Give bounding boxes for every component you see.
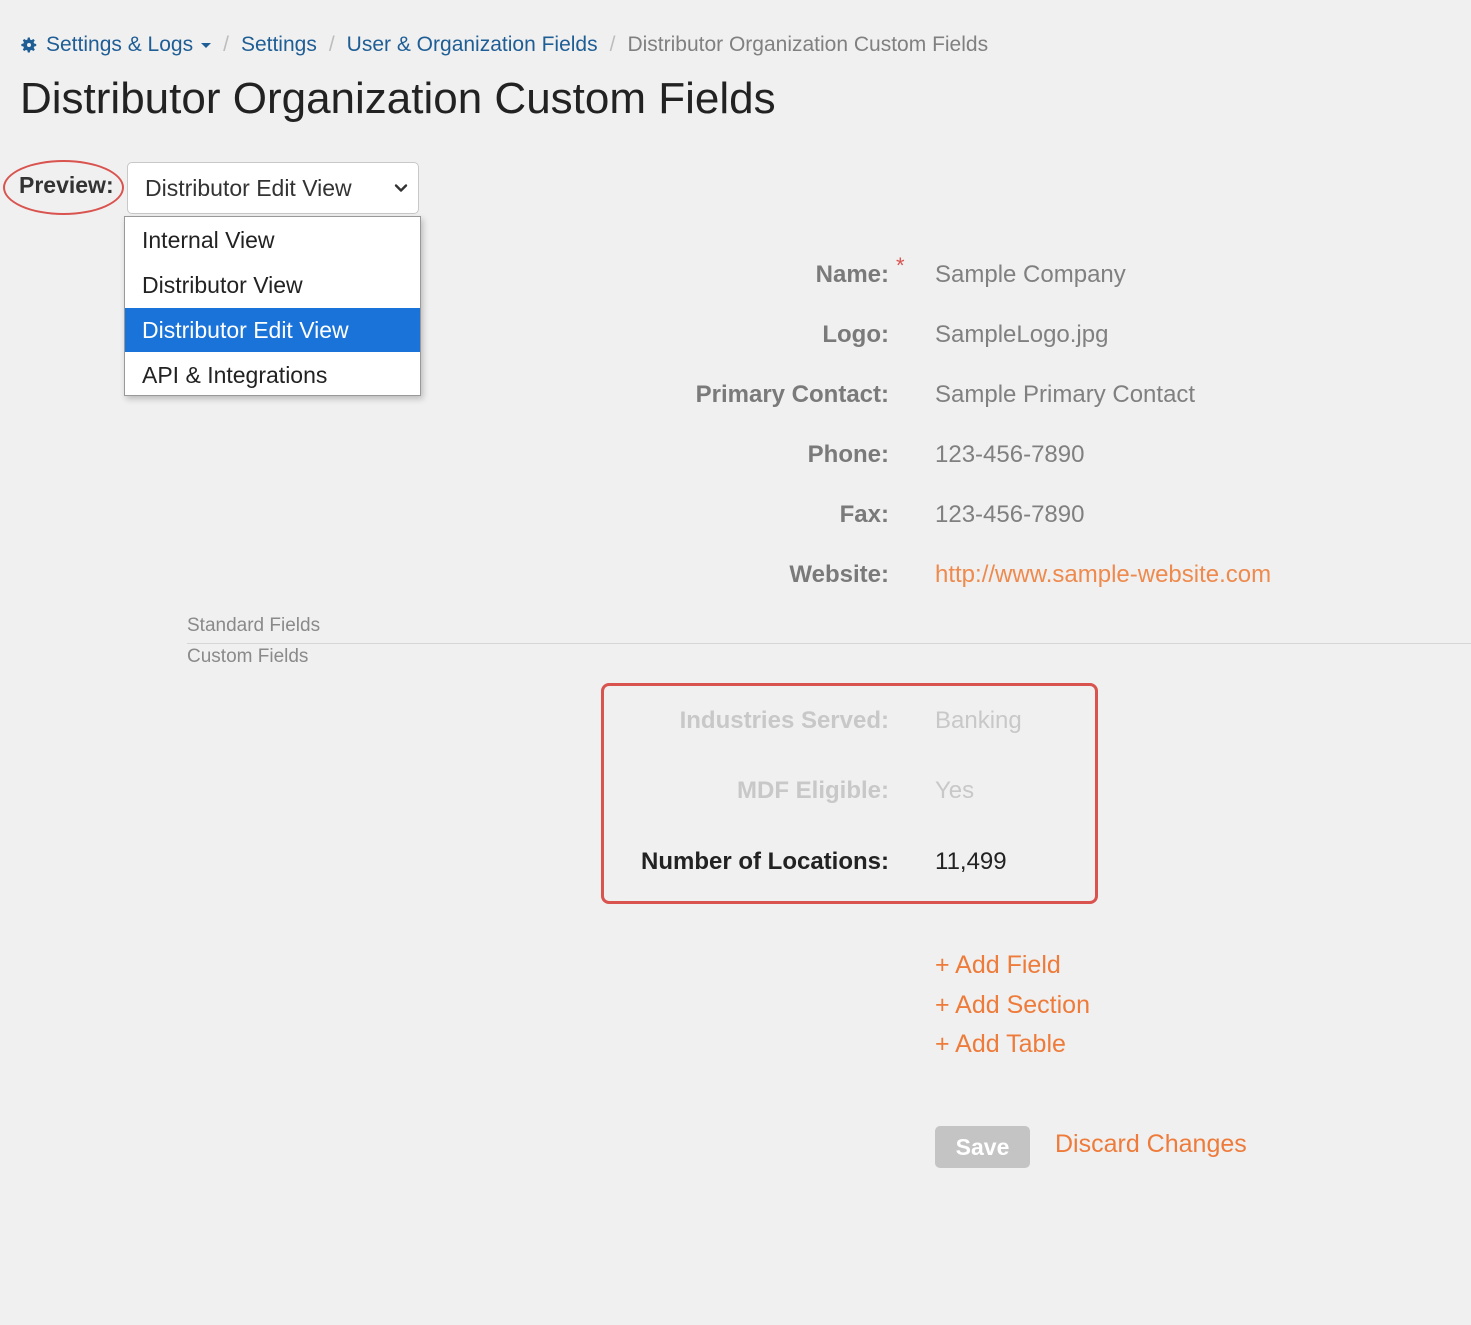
field-row-number-of-locations: Number of Locations: 11,499 xyxy=(560,848,1440,882)
section-divider xyxy=(187,643,1471,644)
field-row-website: Website: http://www.sample-website.com xyxy=(560,561,1440,595)
field-row-fax: Fax: 123-456-7890 xyxy=(560,501,1440,535)
breadcrumb-separator: / xyxy=(328,33,335,56)
breadcrumb: Settings & Logs / Settings / User & Orga… xyxy=(20,30,988,60)
add-section-link[interactable]: + Add Section xyxy=(935,991,1090,1020)
option-distributor-view[interactable]: Distributor View xyxy=(125,263,420,307)
preview-select-value: Distributor Edit View xyxy=(145,174,352,201)
field-value: 123-456-7890 xyxy=(935,501,1085,528)
field-value: SampleLogo.jpg xyxy=(935,321,1109,348)
website-link[interactable]: http://www.sample-website.com xyxy=(935,561,1271,589)
field-value: 11,499 xyxy=(935,848,1007,875)
field-value: 123-456-7890 xyxy=(935,441,1085,468)
field-label: Fax: xyxy=(839,501,889,528)
caret-down-icon[interactable] xyxy=(201,42,212,48)
field-value: Sample Primary Contact xyxy=(935,381,1196,408)
add-table-link[interactable]: + Add Table xyxy=(935,1030,1066,1059)
page-title: Distributor Organization Custom Fields xyxy=(20,74,776,123)
breadcrumb-separator: / xyxy=(223,33,229,56)
preview-select[interactable]: Distributor Edit View xyxy=(127,162,419,214)
field-label: Name: xyxy=(815,261,889,288)
breadcrumb-user-org-fields[interactable]: User & Organization Fields xyxy=(347,33,598,57)
field-row-name: Name: * Sample Company xyxy=(560,253,1440,295)
required-asterisk: * xyxy=(896,253,905,278)
option-distributor-edit-view[interactable]: Distributor Edit View xyxy=(125,308,420,352)
field-row-phone: Phone: 123-456-7890 xyxy=(560,441,1440,475)
field-value: Banking xyxy=(935,707,1022,734)
field-row-logo: Logo: SampleLogo.jpg xyxy=(560,321,1440,355)
chevron-down-icon xyxy=(394,184,408,192)
section-custom-fields[interactable]: Custom Fields xyxy=(187,646,308,668)
field-row-primary-contact: Primary Contact: Sample Primary Contact xyxy=(560,381,1440,415)
option-internal-view[interactable]: Internal View xyxy=(125,218,420,262)
add-field-link[interactable]: + Add Field xyxy=(935,951,1061,980)
field-label: MDF Eligible: xyxy=(737,777,889,804)
option-api-integrations[interactable]: API & Integrations xyxy=(125,353,420,397)
breadcrumb-current: Distributor Organization Custom Fields xyxy=(627,33,989,56)
field-row-mdf-eligible: MDF Eligible: Yes xyxy=(560,777,1440,811)
breadcrumb-settings[interactable]: Settings xyxy=(241,33,317,57)
gear-icon xyxy=(21,37,37,53)
save-button[interactable]: Save xyxy=(935,1126,1030,1168)
field-row-industries-served: Industries Served: Banking xyxy=(560,707,1440,741)
preview-label: Preview: xyxy=(19,172,114,198)
field-label: Industries Served: xyxy=(679,707,889,734)
breadcrumb-settings-logs[interactable]: Settings & Logs xyxy=(46,33,193,57)
breadcrumb-separator: / xyxy=(609,33,616,56)
field-label: Logo: xyxy=(822,321,889,348)
preview-dropdown-list: Internal View Distributor View Distribut… xyxy=(124,216,421,396)
field-label: Primary Contact: xyxy=(695,381,889,408)
section-standard-fields[interactable]: Standard Fields xyxy=(187,615,320,637)
discard-changes-link[interactable]: Discard Changes xyxy=(1055,1130,1247,1159)
field-label: Website: xyxy=(789,561,889,588)
field-label: Number of Locations: xyxy=(640,848,889,875)
field-value: Yes xyxy=(935,777,975,804)
field-value: Sample Company xyxy=(935,261,1126,288)
field-label: Phone: xyxy=(807,441,889,468)
